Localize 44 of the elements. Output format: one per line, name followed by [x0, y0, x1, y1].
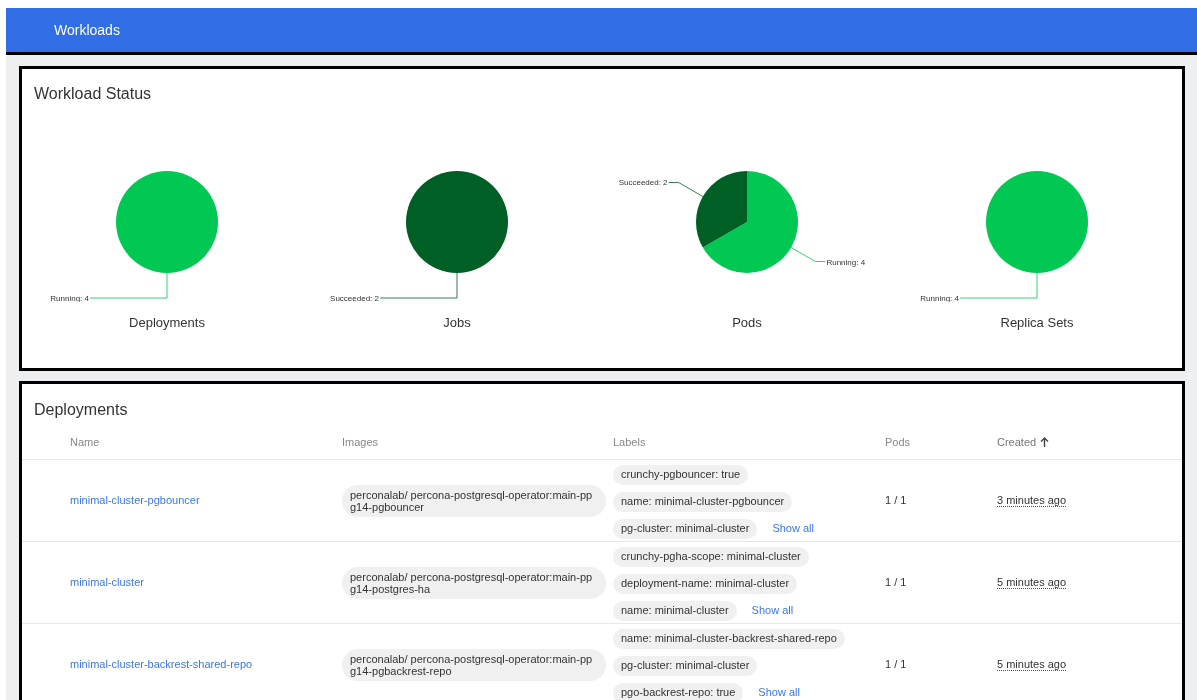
pods-count: 1 / 1 — [885, 493, 908, 509]
image-chip: perconalab/ percona-postgresql-operator:main-pp g14-postgres-ha — [342, 566, 606, 599]
column-header[interactable]: Images — [342, 433, 379, 450]
created-time: 5 minutes ago — [997, 658, 1067, 672]
slice-label: Succeeded: 2 — [330, 294, 379, 302]
label-chip: crunchy-pgbouncer: true — [613, 464, 749, 485]
show-all-link[interactable]: Show all — [772, 520, 814, 537]
pods-count: 1 / 1 — [885, 575, 908, 591]
deployment-link[interactable]: minimal-cluster-backrest-shared-repo — [70, 658, 253, 671]
card-title: Workload Status — [33, 84, 153, 104]
image-chip: perconalab/ percona-postgresql-operator:main-pp g14-pgbouncer — [342, 484, 606, 517]
slice-label: Running: 4 — [920, 294, 959, 302]
chart-title: Replica Sets — [1000, 314, 1074, 332]
column-header[interactable]: Pods — [885, 433, 911, 450]
label-chip: name: minimal-cluster-backrest-shared-repo — [613, 628, 845, 649]
deployment-link[interactable]: minimal-cluster — [70, 576, 144, 589]
image-chip: perconalab/ percona-postgresql-operator:main-pp g14-pgbackrest-repo — [342, 648, 606, 681]
slice-label: Running: 4 — [826, 257, 866, 267]
header-title[interactable]: Workloads — [54, 19, 120, 41]
arrow-up-icon[interactable] — [1040, 436, 1050, 447]
column-header[interactable]: Name — [70, 433, 100, 450]
leader-line — [668, 182, 704, 197]
show-all-link[interactable]: Show all — [758, 684, 800, 700]
created-time: 3 minutes ago — [997, 494, 1067, 508]
label-chip: pgo-backrest-repo: true — [613, 682, 744, 700]
label-chip: pg-cluster: minimal-cluster — [613, 655, 758, 676]
card-title: Deployments — [33, 400, 129, 420]
slice-label: Running: 4 — [50, 294, 89, 302]
label-chip: crunchy-pgha-scope: minimal-cluster — [613, 546, 809, 567]
created-time: 5 minutes ago — [997, 576, 1067, 590]
label-chip: name: minimal-cluster — [613, 600, 737, 621]
column-header[interactable]: Labels — [613, 433, 646, 450]
leader-line — [790, 247, 826, 262]
deployment-link[interactable]: minimal-cluster-pgbouncer — [70, 494, 200, 507]
show-all-link[interactable]: Show all — [751, 602, 794, 619]
label-chip: deployment-name: minimal-cluster — [613, 573, 798, 594]
label-chip: name: minimal-cluster-pgbouncer — [613, 491, 793, 512]
label-chip: pg-cluster: minimal-cluster — [613, 518, 758, 539]
chart-title: Jobs — [443, 314, 471, 332]
slice-label: Succeeded: 2 — [618, 178, 668, 188]
chart-title: Deployments — [129, 314, 205, 332]
chart-title: Pods — [732, 314, 762, 332]
column-header[interactable]: Created — [997, 433, 1037, 450]
pods-count: 1 / 1 — [885, 657, 908, 673]
